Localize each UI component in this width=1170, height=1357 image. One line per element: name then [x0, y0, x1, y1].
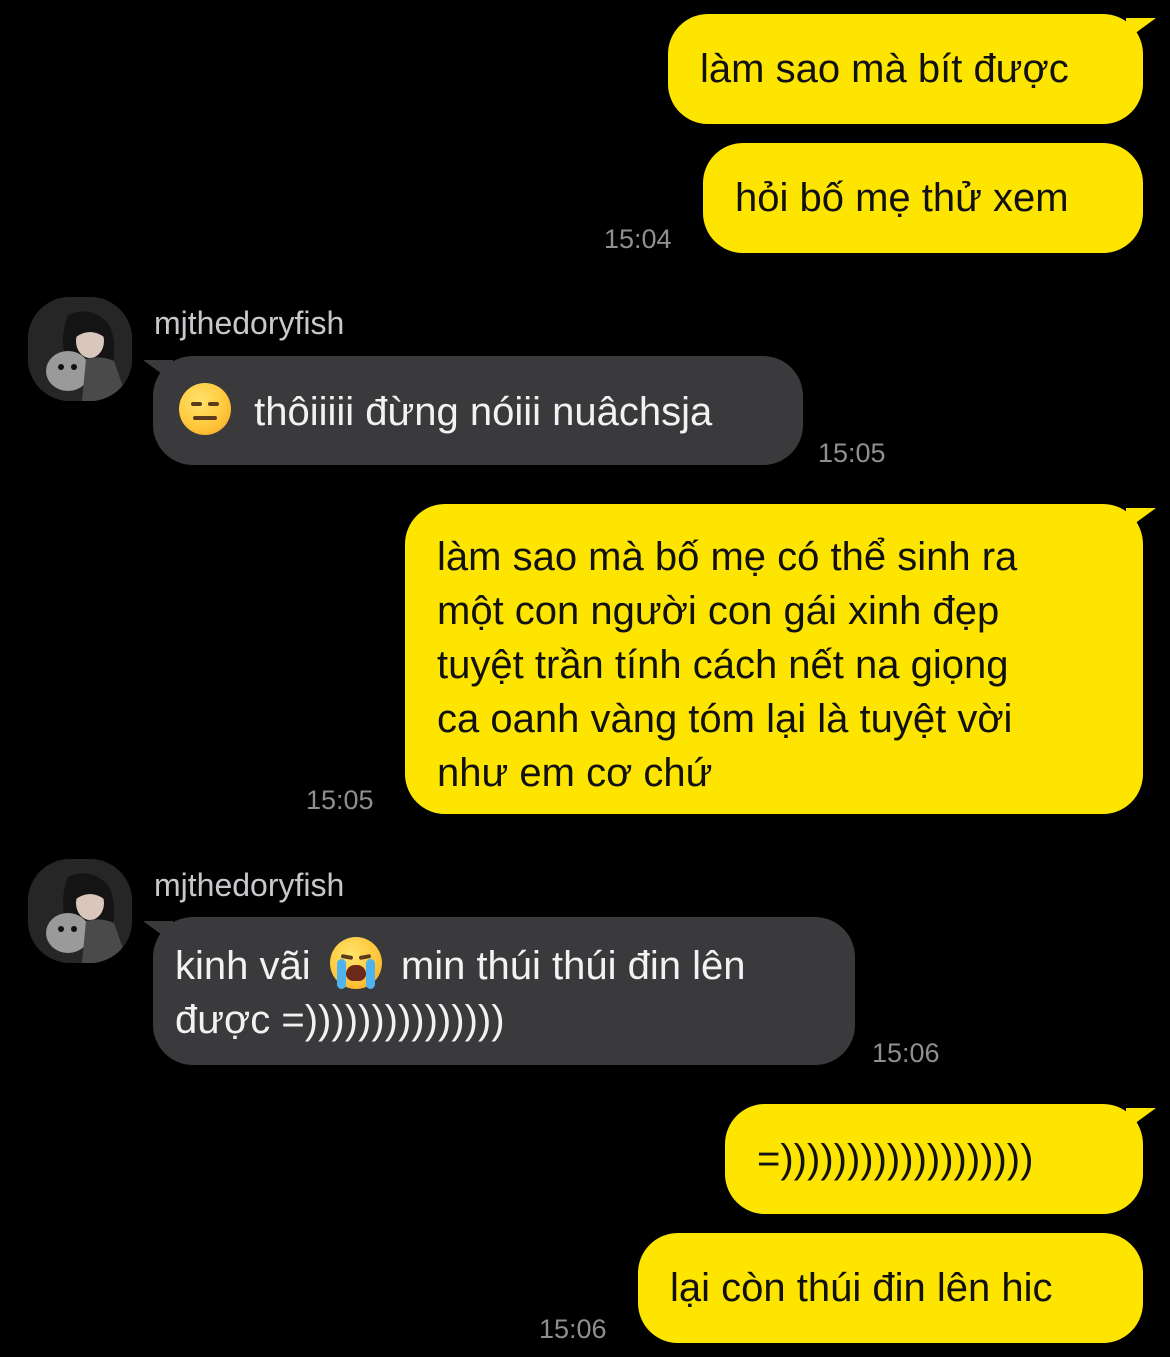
message-text: lại còn thúi đin lên hic [670, 1266, 1053, 1310]
their-message-bubble[interactable]: kinh vãi min thúi thúi đin lên được =)))… [153, 917, 855, 1065]
message-text: =))))))))))))))))))) [757, 1137, 1034, 1181]
my-message-bubble[interactable]: làm sao mà bít được [668, 14, 1143, 124]
their-message-bubble[interactable]: thôiiiii đừng nóiii nuâchsja [153, 356, 803, 465]
message-line: kinh vãi min thúi thúi đin lên [175, 937, 833, 993]
message-line: được =))))))))))))))) [175, 998, 505, 1042]
my-message-bubble[interactable]: lại còn thúi đin lên hic [638, 1233, 1143, 1343]
message-text: làm sao mà bít được [700, 47, 1069, 91]
message-text: hỏi bố mẹ thử xem [735, 176, 1069, 220]
sender-name: mjthedoryfish [154, 867, 345, 903]
message-text: min thúi thúi đin lên [400, 944, 746, 988]
sender-name: mjthedoryfish [154, 305, 345, 341]
my-message-bubble[interactable]: =))))))))))))))))))) [725, 1104, 1143, 1214]
message-timestamp: 15:06 [872, 1038, 940, 1068]
message-text: thôiiiii đừng nóiii nuâchsja [254, 390, 713, 434]
bubble-tail [1126, 508, 1156, 530]
message-text: kinh vãi [175, 944, 311, 988]
my-message-bubble[interactable]: hỏi bố mẹ thử xem [703, 143, 1143, 253]
loudly-crying-face-icon [329, 937, 382, 989]
message-timestamp: 15:05 [818, 438, 886, 468]
message-timestamp: 15:06 [539, 1314, 607, 1344]
message-line: làm sao mà bố mẹ có thể sinh ra [437, 535, 1018, 579]
avatar-photo-icon [28, 297, 132, 401]
message-timestamp: 15:04 [604, 224, 672, 254]
bubble-tail [143, 360, 173, 382]
message-timestamp: 15:05 [306, 785, 374, 815]
message-line: ca oanh vàng tóm lại là tuyệt vời [437, 697, 1013, 741]
bubble-tail [1126, 18, 1156, 40]
my-message-bubble[interactable]: làm sao mà bố mẹ có thể sinh ra một con … [405, 504, 1143, 814]
message-line: tuyệt trần tính cách nết na giọng [437, 643, 1009, 687]
expressionless-face-icon [179, 383, 231, 435]
message-line: một con người con gái xinh đẹp [437, 589, 1000, 633]
bubble-tail [143, 921, 173, 943]
message-line: như em cơ chứ [437, 751, 713, 795]
bubble-tail [1126, 1108, 1156, 1130]
contact-avatar[interactable] [28, 859, 132, 963]
avatar-photo-icon [28, 859, 132, 963]
contact-avatar[interactable] [28, 297, 132, 401]
